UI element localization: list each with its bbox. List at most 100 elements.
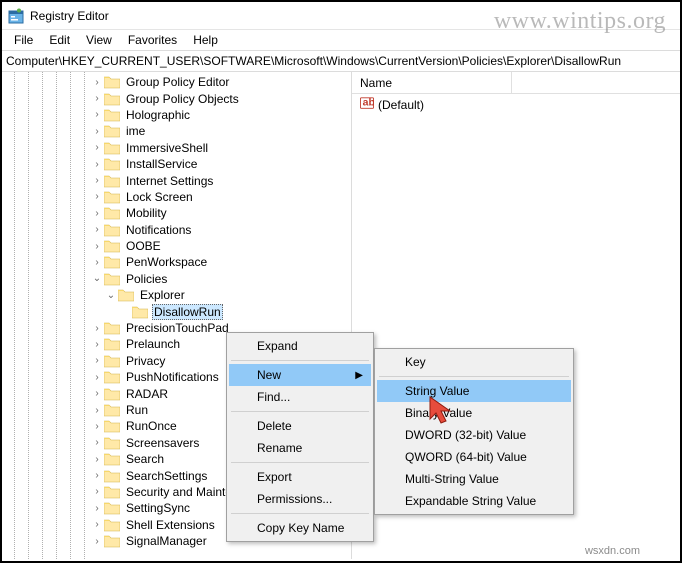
- folder-icon: [104, 255, 120, 269]
- tree-node-notifications[interactable]: Notifications: [2, 222, 351, 238]
- folder-icon: [104, 141, 120, 155]
- chevron-right-icon[interactable]: [92, 191, 102, 202]
- chevron-right-icon[interactable]: [92, 175, 102, 186]
- ctx1-item-rename[interactable]: Rename: [229, 437, 371, 459]
- menu-file[interactable]: File: [6, 31, 41, 49]
- chevron-right-icon[interactable]: [92, 486, 102, 497]
- folder-icon: [104, 518, 120, 532]
- chevron-right-icon[interactable]: [92, 536, 102, 547]
- value-row-default[interactable]: ab (Default): [352, 94, 680, 115]
- chevron-right-icon[interactable]: [92, 208, 102, 219]
- menu-separator: [231, 360, 369, 361]
- chevron-right-icon[interactable]: [92, 454, 102, 465]
- tree-node-label: SettingSync: [124, 501, 192, 515]
- ctx2-item-qword-64-bit-value[interactable]: QWORD (64-bit) Value: [377, 446, 571, 468]
- menu-bar: FileEditViewFavoritesHelp: [2, 30, 680, 50]
- tree-node-label: Explorer: [138, 288, 187, 302]
- folder-icon: [104, 452, 120, 466]
- menu-item-label: Copy Key Name: [257, 521, 344, 535]
- tree-node-explorer[interactable]: Explorer: [2, 287, 351, 303]
- menu-item-label: Binary Value: [405, 406, 472, 420]
- menu-separator: [231, 513, 369, 514]
- tree-node-disallowrun[interactable]: DisallowRun: [2, 303, 351, 319]
- menu-item-label: Delete: [257, 419, 292, 433]
- ctx1-item-delete[interactable]: Delete: [229, 415, 371, 437]
- chevron-right-icon[interactable]: [92, 241, 102, 252]
- ctx2-item-multi-string-value[interactable]: Multi-String Value: [377, 468, 571, 490]
- chevron-right-icon[interactable]: [92, 339, 102, 350]
- ctx1-item-copy-key-name[interactable]: Copy Key Name: [229, 517, 371, 539]
- ctx1-item-new[interactable]: New▶: [229, 364, 371, 386]
- menu-item-label: Expandable String Value: [405, 494, 536, 508]
- tree-node-label: Run: [124, 403, 150, 417]
- menu-help[interactable]: Help: [185, 31, 226, 49]
- folder-icon: [118, 288, 134, 302]
- ctx1-item-export[interactable]: Export: [229, 466, 371, 488]
- column-name[interactable]: Name: [352, 72, 512, 93]
- context-menu[interactable]: Expand New▶Find... Delete Rename Export Permi…: [226, 332, 374, 542]
- context-submenu-new[interactable]: Key String Value Binary Value DWORD (32-bit…: [374, 348, 574, 515]
- tree-node-holographic[interactable]: Holographic: [2, 107, 351, 123]
- chevron-down-icon[interactable]: [92, 273, 102, 284]
- menu-item-label: QWORD (64-bit) Value: [405, 450, 527, 464]
- menu-favorites[interactable]: Favorites: [120, 31, 185, 49]
- address-bar[interactable]: Computer\HKEY_CURRENT_USER\SOFTWARE\Micr…: [2, 50, 680, 72]
- menu-item-label: Key: [405, 355, 426, 369]
- ctx2-item-binary-value[interactable]: Binary Value: [377, 402, 571, 424]
- tree-node-policies[interactable]: Policies: [2, 271, 351, 287]
- chevron-right-icon[interactable]: [92, 126, 102, 137]
- ctx2-item-dword-32-bit-value[interactable]: DWORD (32-bit) Value: [377, 424, 571, 446]
- ctx1-item-permissions[interactable]: Permissions...: [229, 488, 371, 510]
- chevron-right-icon[interactable]: [92, 503, 102, 514]
- chevron-right-icon[interactable]: [92, 421, 102, 432]
- tree-node-lock-screen[interactable]: Lock Screen: [2, 189, 351, 205]
- tree-node-immersiveshell[interactable]: ImmersiveShell: [2, 140, 351, 156]
- folder-icon: [104, 124, 120, 138]
- ctx1-item-expand[interactable]: Expand: [229, 335, 371, 357]
- folder-icon: [104, 190, 120, 204]
- tree-node-penworkspace[interactable]: PenWorkspace: [2, 254, 351, 270]
- tree-node-label: PrecisionTouchPad: [124, 321, 231, 335]
- chevron-right-icon[interactable]: [92, 519, 102, 530]
- chevron-right-icon[interactable]: [92, 470, 102, 481]
- chevron-down-icon[interactable]: [106, 290, 116, 301]
- tree-node-installservice[interactable]: InstallService: [2, 156, 351, 172]
- menu-separator: [379, 376, 569, 377]
- menu-item-label: Multi-String Value: [405, 472, 499, 486]
- folder-icon: [104, 485, 120, 499]
- menu-edit[interactable]: Edit: [41, 31, 78, 49]
- chevron-right-icon[interactable]: [92, 93, 102, 104]
- menu-item-label: Export: [257, 470, 292, 484]
- chevron-right-icon[interactable]: [92, 355, 102, 366]
- chevron-right-icon[interactable]: [92, 159, 102, 170]
- chevron-right-icon[interactable]: [92, 437, 102, 448]
- chevron-right-icon[interactable]: [92, 257, 102, 268]
- chevron-right-icon[interactable]: [92, 388, 102, 399]
- menu-view[interactable]: View: [78, 31, 120, 49]
- chevron-right-icon[interactable]: [92, 224, 102, 235]
- menu-item-label: Rename: [257, 441, 302, 455]
- tree-node-ime[interactable]: ime: [2, 123, 351, 139]
- tree-node-label: Group Policy Objects: [124, 92, 241, 106]
- tree-node-oobe[interactable]: OOBE: [2, 238, 351, 254]
- chevron-right-icon[interactable]: [92, 323, 102, 334]
- folder-icon: [104, 501, 120, 515]
- chevron-right-icon[interactable]: [92, 142, 102, 153]
- ctx2-item-string-value[interactable]: String Value: [377, 380, 571, 402]
- folder-icon: [104, 92, 120, 106]
- tree-node-label: PushNotifications: [124, 370, 221, 384]
- tree-node-mobility[interactable]: Mobility: [2, 205, 351, 221]
- tree-node-group-policy-editor[interactable]: Group Policy Editor: [2, 74, 351, 90]
- chevron-right-icon[interactable]: [92, 109, 102, 120]
- tree-node-group-policy-objects[interactable]: Group Policy Objects: [2, 90, 351, 106]
- tree-node-internet-settings[interactable]: Internet Settings: [2, 172, 351, 188]
- chevron-right-icon[interactable]: [92, 77, 102, 88]
- regedit-icon: [8, 8, 24, 24]
- chevron-right-icon[interactable]: [92, 405, 102, 416]
- chevron-right-icon[interactable]: [92, 372, 102, 383]
- ctx2-item-key[interactable]: Key: [377, 351, 571, 373]
- tree-node-label: PenWorkspace: [124, 255, 209, 269]
- ctx2-item-expandable-string-value[interactable]: Expandable String Value: [377, 490, 571, 512]
- ctx1-item-find[interactable]: Find...: [229, 386, 371, 408]
- chevron-right-icon: ▶: [355, 370, 363, 381]
